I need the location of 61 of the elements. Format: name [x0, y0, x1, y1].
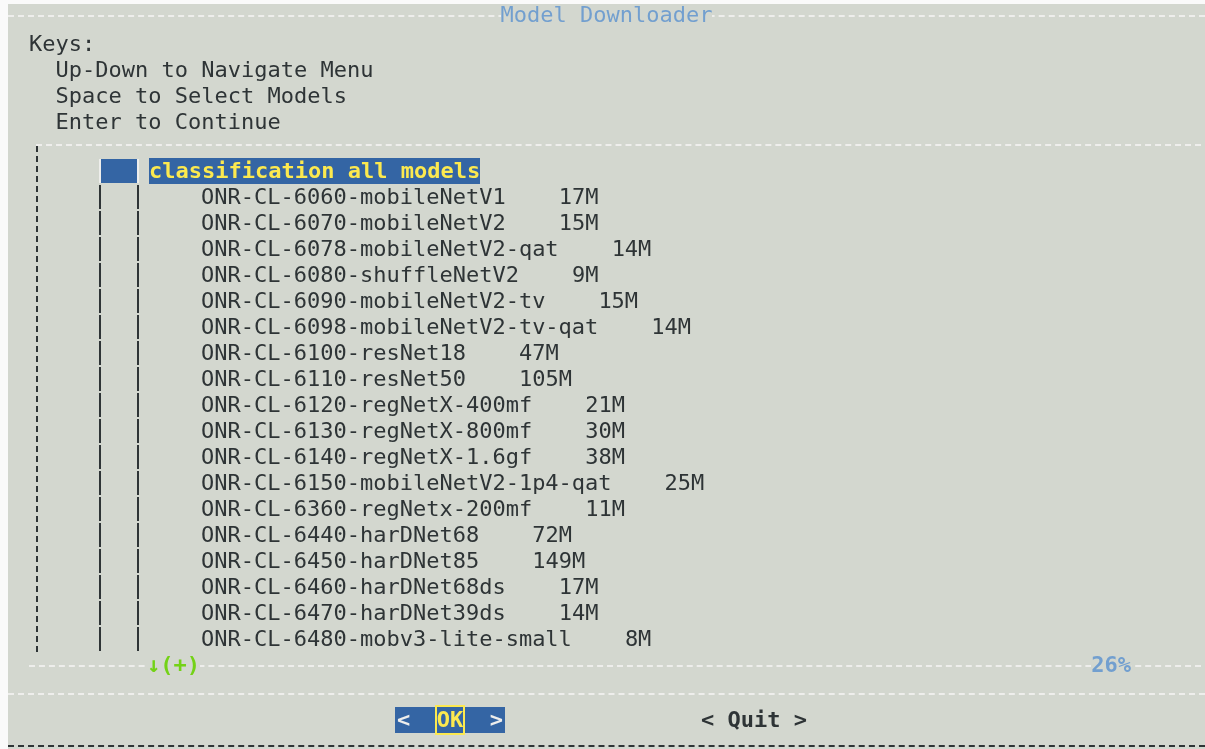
checkbox[interactable]: [99, 185, 139, 209]
menu-item[interactable]: ONR-CL-6080-shuffleNetV2: [201, 262, 519, 288]
menu-item[interactable]: ONR-CL-6150-mobileNetV2-1p4-qat: [201, 470, 612, 496]
model-size: 72M: [532, 522, 572, 548]
instruction-text: Up-Down to Navigate Menu: [54, 57, 374, 83]
checkbox[interactable]: [99, 471, 139, 495]
checkbox[interactable]: [99, 601, 139, 625]
checkbox[interactable]: [99, 289, 139, 313]
instruction-text: Space to Select Models: [54, 83, 347, 109]
model-size: 149M: [532, 548, 586, 574]
menu-item[interactable]: ONR-CL-6130-regNetX-800mf: [201, 418, 533, 444]
menu-item[interactable]: ONR-CL-6070-mobileNetV2: [201, 210, 506, 236]
menu-item[interactable]: ONR-CL-6440-harDNet68: [201, 522, 480, 548]
menu-item[interactable]: ONR-CL-6060-mobileNetV1: [201, 184, 506, 210]
dialog-button[interactable]: < Quit >: [699, 707, 809, 733]
menu-item[interactable]: ONR-CL-6100-resNet18: [201, 340, 466, 366]
model-size: 21M: [585, 392, 625, 418]
model-size: 11M: [585, 496, 625, 522]
checkbox[interactable]: [99, 367, 139, 391]
checkbox[interactable]: [99, 341, 139, 365]
menu-item[interactable]: ONR-CL-6078-mobileNetV2-qat: [201, 236, 559, 262]
checkbox[interactable]: [99, 315, 139, 339]
model-size: 17M: [558, 574, 599, 600]
menu-item[interactable]: ONR-CL-6470-harDNet39ds: [201, 600, 506, 626]
checkbox[interactable]: [99, 497, 139, 521]
menu-item[interactable]: classification all models: [149, 158, 481, 184]
checkbox[interactable]: [99, 575, 139, 599]
checkbox[interactable]: [99, 523, 139, 547]
model-size: 25M: [664, 470, 705, 496]
menu-item[interactable]: ONR-CL-6098-mobileNetV2-tv-qat: [201, 314, 599, 340]
checkbox[interactable]: [99, 549, 139, 573]
instruction-text: Enter to Continue: [54, 109, 281, 135]
checkbox[interactable]: [99, 393, 139, 417]
checkbox[interactable]: [99, 445, 139, 469]
checkbox[interactable]: [99, 627, 139, 651]
menu-item[interactable]: ONR-CL-6450-harDNet85: [201, 548, 480, 574]
checkbox[interactable]: [99, 237, 139, 261]
dialog-button[interactable]: < OK >: [395, 707, 505, 733]
menu-item[interactable]: ONR-CL-6110-resNet50: [201, 366, 466, 392]
model-size: 14M: [611, 236, 652, 262]
model-size: 105M: [518, 366, 572, 392]
instruction-text: Keys:: [29, 31, 96, 57]
checkbox[interactable]: [99, 263, 139, 287]
model-size: 38M: [585, 444, 625, 470]
checkbox[interactable]: [99, 211, 139, 235]
model-size: 14M: [558, 600, 599, 626]
menu-item[interactable]: ONR-CL-6460-harDNet68ds: [201, 574, 506, 600]
model-size: 47M: [518, 340, 559, 366]
menu-item[interactable]: ONR-CL-6120-regNetX-400mf: [201, 392, 533, 418]
model-size: 9M: [571, 262, 599, 288]
menu-item[interactable]: ONR-CL-6360-regNetx-200mf: [201, 496, 533, 522]
model-size: 8M: [624, 626, 652, 652]
menu-item[interactable]: ONR-CL-6140-regNetX-1.6gf: [201, 444, 533, 470]
model-size: 15M: [598, 288, 639, 314]
model-size: 14M: [651, 314, 692, 340]
menu-item[interactable]: ONR-CL-6090-mobileNetV2-tv: [201, 288, 546, 314]
model-size: 30M: [585, 418, 625, 444]
model-size: 17M: [558, 184, 599, 210]
menu-item[interactable]: ONR-CL-6480-mobv3-lite-small: [201, 626, 572, 652]
checkbox[interactable]: [99, 419, 139, 443]
model-size: 15M: [558, 210, 599, 236]
